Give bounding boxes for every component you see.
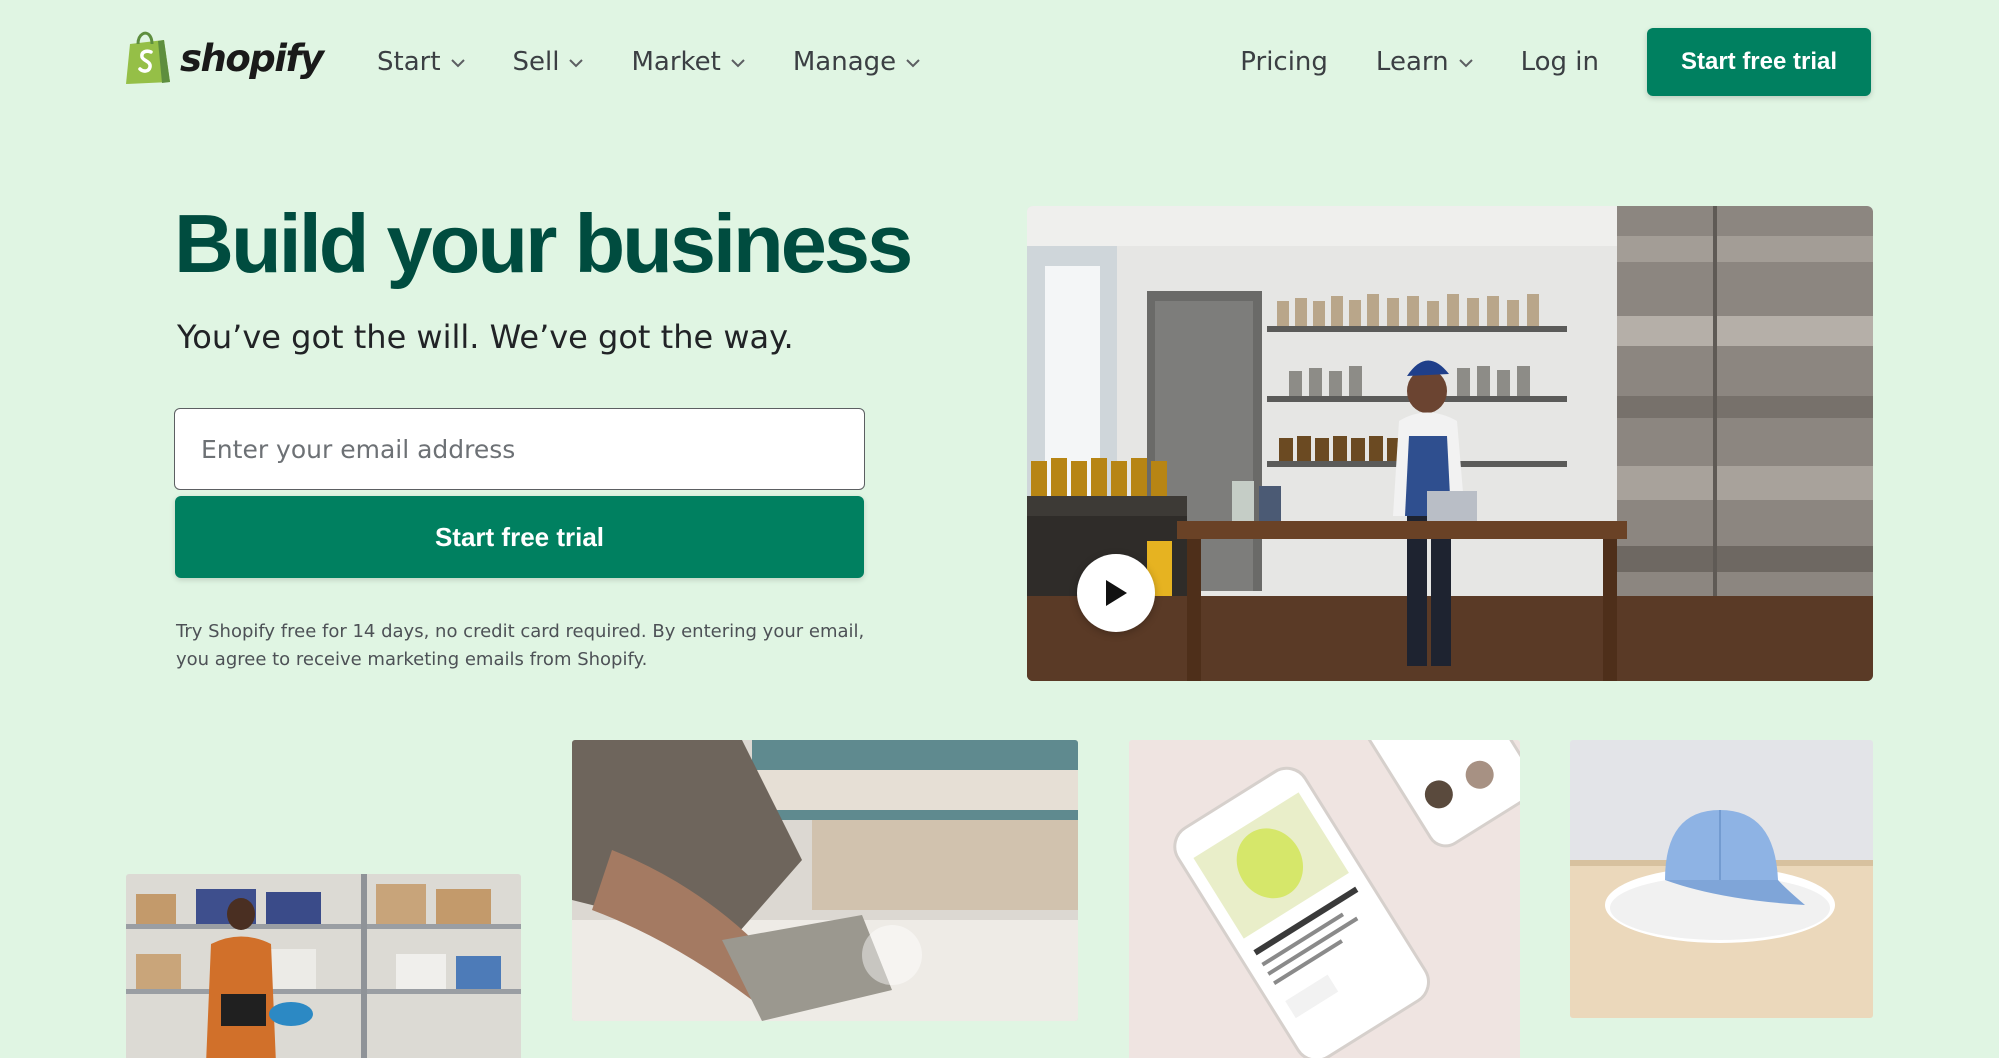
site-header: shopify Start Sell Market Manage Pricing…	[0, 0, 1999, 124]
hero-video[interactable]	[1027, 206, 1873, 681]
chevron-down-icon	[731, 59, 745, 68]
nav-learn[interactable]: Learn	[1376, 47, 1473, 77]
chevron-down-icon	[1458, 59, 1473, 68]
secondary-nav: Pricing Learn Log in Start free trial	[1192, 0, 1871, 124]
nav-pricing[interactable]: Pricing	[1240, 47, 1328, 77]
chevron-down-icon	[569, 59, 584, 68]
shopify-homepage: shopify Start Sell Market Manage Pricing…	[0, 0, 1999, 1058]
baseball-cap-photo	[1570, 740, 1873, 1018]
hero-subtitle: You’ve got the will. We’ve got the way.	[177, 318, 794, 356]
nav-start[interactable]: Start	[377, 47, 465, 77]
play-icon	[1106, 580, 1127, 606]
header-start-trial-button[interactable]: Start free trial	[1647, 28, 1871, 96]
nav-sell[interactable]: Sell	[513, 47, 584, 77]
shop-owner-video-thumbnail	[1027, 206, 1873, 681]
nav-market-label: Market	[631, 47, 721, 77]
logo-wordmark: shopify	[180, 36, 324, 80]
phone-storefront-photo	[1129, 740, 1520, 1058]
nav-learn-label: Learn	[1375, 47, 1449, 77]
trial-disclaimer: Try Shopify free for 14 days, no credit …	[176, 621, 865, 670]
warehouse-photo	[126, 874, 521, 1058]
nav-sell-label: Sell	[512, 47, 560, 77]
chevron-down-icon	[450, 59, 465, 68]
play-button[interactable]	[1077, 554, 1155, 632]
shopify-bag-icon	[126, 31, 170, 84]
nav-manage-label: Manage	[792, 47, 897, 77]
chevron-down-icon	[906, 59, 920, 68]
nav-login[interactable]: Log in	[1521, 47, 1599, 77]
nav-manage[interactable]: Manage	[793, 47, 920, 77]
email-input[interactable]	[174, 408, 865, 490]
shopify-logo[interactable]: shopify	[124, 30, 324, 86]
hero-title: Build your business	[174, 197, 913, 290]
nav-pricing-label: Pricing	[1240, 47, 1328, 77]
nav-start-label: Start	[377, 47, 441, 77]
hero-start-trial-button[interactable]: Start free trial	[175, 496, 864, 578]
primary-nav: Start Sell Market Manage	[377, 0, 968, 124]
nav-market[interactable]: Market	[631, 47, 745, 77]
nav-login-label: Log in	[1520, 47, 1599, 77]
woodworking-photo	[572, 740, 1078, 1021]
